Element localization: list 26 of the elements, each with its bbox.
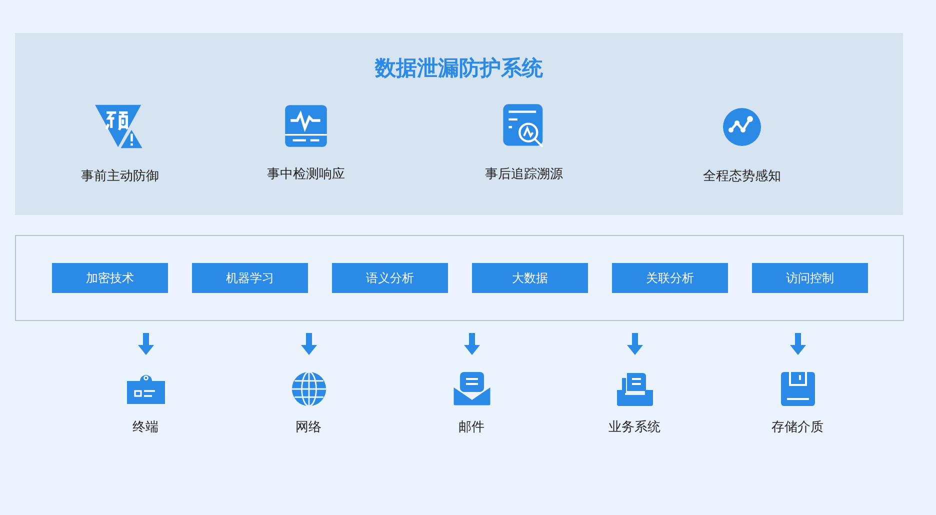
technology-tag: 关联分析 <box>612 263 728 293</box>
mail-icon <box>452 371 492 407</box>
down-arrow-icon <box>300 333 316 355</box>
trend-chart-icon <box>722 107 762 147</box>
feature-label: 全程态势感知 <box>703 168 781 186</box>
report-search-icon <box>502 103 546 149</box>
down-arrow-icon <box>790 333 806 355</box>
feature-label: 事中检测响应 <box>267 166 345 184</box>
channel-label: 业务系统 <box>608 419 660 437</box>
down-arrow-icon <box>464 333 480 355</box>
feature-label: 事前主动防御 <box>81 168 159 186</box>
technology-tag: 机器学习 <box>192 263 308 293</box>
document-tray-icon <box>614 371 654 407</box>
monitor-pulse-icon <box>284 103 328 149</box>
technology-tag: 访问控制 <box>752 263 868 293</box>
technology-tag: 大数据 <box>472 263 588 293</box>
down-arrow-icon <box>626 333 642 355</box>
channel-label: 存储介质 <box>772 419 824 437</box>
system-title: 数据泄漏防护系统 <box>374 55 544 81</box>
technology-tag: 加密技术 <box>52 263 168 293</box>
down-arrow-icon <box>138 333 154 355</box>
channel-label: 终端 <box>132 419 158 437</box>
technology-tag: 语义分析 <box>332 263 448 293</box>
channel-label: 邮件 <box>458 419 484 437</box>
channel-label: 网络 <box>296 419 322 437</box>
feature-label: 事后追踪溯源 <box>485 166 563 184</box>
